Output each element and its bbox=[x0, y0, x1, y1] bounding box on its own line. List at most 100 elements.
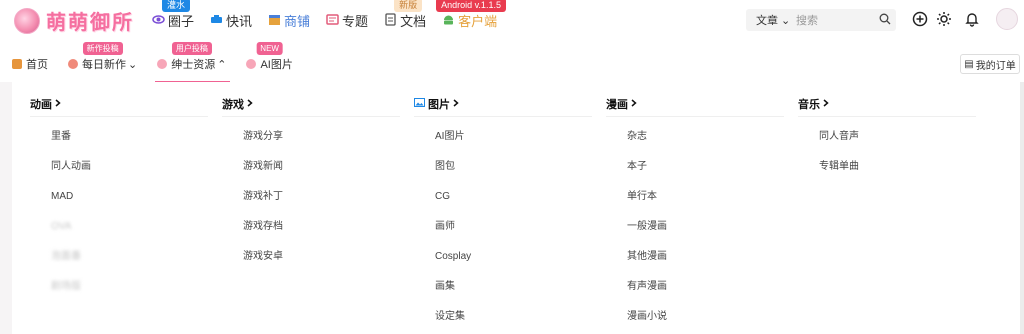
search-input[interactable]: 搜索 bbox=[790, 12, 874, 28]
sakura-icon bbox=[68, 59, 78, 69]
top-nav-item-1[interactable]: 快讯 bbox=[210, 10, 252, 30]
sub-nav-label: 绅士资源 bbox=[171, 59, 216, 71]
menu-column-heading[interactable]: 动画 bbox=[30, 96, 208, 112]
menu-item-list: 里番 同人动画 MAD OVA 泡面番 剧场版 bbox=[30, 129, 208, 309]
theme-sun-icon[interactable] bbox=[934, 9, 954, 29]
logo-avatar bbox=[14, 7, 40, 34]
menu-item[interactable]: 画集 bbox=[414, 279, 592, 309]
top-nav-item-2[interactable]: 商铺 bbox=[268, 10, 310, 30]
top-nav-label: 文档 bbox=[400, 13, 427, 29]
my-orders-button[interactable]: ▤ 我的订单 bbox=[960, 54, 1020, 74]
top-nav-badge: 新版 bbox=[394, 0, 423, 12]
menu-heading-label: 音乐 bbox=[798, 99, 820, 111]
top-nav-item-3[interactable]: 专题 bbox=[326, 10, 368, 30]
menu-item[interactable]: 剧场版 bbox=[30, 279, 208, 309]
menu-item[interactable]: MAD bbox=[30, 189, 208, 219]
sakura-icon bbox=[157, 59, 168, 69]
menu-item[interactable]: 专辑单曲 bbox=[798, 159, 976, 189]
sub-nav-label: AI图片 bbox=[260, 59, 293, 71]
top-nav-label: 商铺 bbox=[284, 13, 311, 29]
menu-heading-label: 动画 bbox=[30, 99, 52, 111]
top-nav-item-4[interactable]: 文档 新版 bbox=[384, 0, 427, 30]
bell-icon[interactable] bbox=[962, 9, 982, 29]
menu-item[interactable]: 设定集 bbox=[414, 309, 592, 334]
top-nav-label: 圈子 bbox=[168, 13, 195, 29]
chevron-icon: ⌄ bbox=[128, 58, 138, 71]
site-logo[interactable]: 萌萌御所 bbox=[14, 6, 134, 35]
menu-divider bbox=[798, 116, 976, 117]
menu-column-4: 音乐同人音声 专辑单曲 bbox=[798, 96, 976, 189]
search-bar[interactable]: 文章 ⌄ 搜索 bbox=[746, 9, 896, 31]
menu-item[interactable]: Cosplay bbox=[414, 249, 592, 279]
menu-column-3: 漫画杂志 本子 单行本 一般漫画 其他漫画 有声漫画 漫画小说 bbox=[606, 96, 784, 334]
top-nav-label: 快讯 bbox=[226, 13, 253, 29]
menu-heading-label: 图片 bbox=[428, 99, 450, 111]
sub-nav-item-1[interactable]: 每日新作 ⌄ 新作投稿 bbox=[68, 42, 138, 73]
menu-item[interactable]: 游戏安卓 bbox=[222, 249, 400, 279]
top-nav-item-0[interactable]: 圈子 灌水 bbox=[152, 0, 195, 30]
menu-column-heading[interactable]: 漫画 bbox=[606, 96, 784, 112]
menu-item[interactable]: 游戏新闻 bbox=[222, 159, 400, 189]
site-header: 萌萌御所 圈子 灌水 快讯 商铺 专题 文档 新版 客户端 Android v.1.1.5 文章… bbox=[0, 0, 1024, 83]
menu-divider bbox=[30, 116, 208, 117]
menu-item[interactable]: 一般漫画 bbox=[606, 219, 784, 249]
menu-item[interactable]: 本子 bbox=[606, 159, 784, 189]
image-icon bbox=[414, 98, 425, 110]
top-nav-label: 专题 bbox=[342, 13, 369, 29]
menu-heading-label: 漫画 bbox=[606, 99, 628, 111]
menu-item-list: 游戏分享 游戏新闻 游戏补丁 游戏存档 游戏安卓 bbox=[222, 129, 400, 279]
chevron-right-icon bbox=[453, 98, 459, 110]
menu-column-2: 图片 AI图片 图包 CG 画师 Cosplay 画集 设定集 bbox=[414, 96, 592, 334]
menu-item[interactable]: 单行本 bbox=[606, 189, 784, 219]
menu-item[interactable]: 图包 bbox=[414, 159, 592, 189]
shop-icon bbox=[268, 13, 281, 28]
sub-nav: 首页 每日新作 ⌄ 新作投稿 绅士资源 ⌃ 用户投稿 AI图片 NEW bbox=[12, 42, 313, 83]
menu-divider bbox=[222, 116, 400, 117]
search-scope-select[interactable]: 文章 ⌄ bbox=[746, 12, 790, 28]
menu-item[interactable]: 里番 bbox=[30, 129, 208, 159]
doc-icon bbox=[384, 12, 397, 28]
top-nav-label: 客户端 bbox=[458, 13, 498, 29]
mega-menu-panel: 动画里番 同人动画 MAD OVA 泡面番 剧场版 游戏游戏分享 游戏新闻 游戏补丁 游戏存档 游戏… bbox=[12, 82, 1020, 334]
my-orders-label: 我的订单 bbox=[975, 60, 1016, 72]
site-name: 萌萌御所 bbox=[46, 10, 134, 34]
menu-item[interactable]: 杂志 bbox=[606, 129, 784, 159]
menu-item[interactable]: CG bbox=[414, 189, 592, 219]
sub-nav-item-3[interactable]: AI图片 NEW bbox=[246, 42, 293, 73]
search-icon[interactable] bbox=[874, 13, 896, 28]
top-nav: 圈子 灌水 快讯 商铺 专题 文档 新版 客户端 Android v.1.1.5 bbox=[152, 0, 513, 30]
menu-column-heading[interactable]: 图片 bbox=[414, 96, 592, 112]
chevron-right-icon bbox=[55, 98, 61, 110]
menu-divider bbox=[606, 116, 784, 117]
top-nav-item-5[interactable]: 客户端 Android v.1.1.5 bbox=[436, 0, 506, 30]
menu-item[interactable]: 有声漫画 bbox=[606, 279, 784, 309]
menu-item[interactable]: 游戏存档 bbox=[222, 219, 400, 249]
topic-icon bbox=[326, 13, 339, 28]
menu-item[interactable]: AI图片 bbox=[414, 129, 592, 159]
android-icon bbox=[442, 13, 455, 28]
menu-item[interactable]: 其他漫画 bbox=[606, 249, 784, 279]
sub-nav-item-0[interactable]: 首页 bbox=[12, 55, 48, 73]
sub-nav-item-2[interactable]: 绅士资源 ⌃ 用户投稿 bbox=[155, 42, 231, 83]
menu-item[interactable]: 游戏分享 bbox=[222, 129, 400, 159]
chevron-right-icon bbox=[631, 98, 637, 110]
menu-item[interactable]: 漫画小说 bbox=[606, 309, 784, 334]
menu-column-0: 动画里番 同人动画 MAD OVA 泡面番 剧场版 bbox=[30, 96, 208, 309]
menu-heading-label: 游戏 bbox=[222, 99, 244, 111]
order-list-icon: ▤ bbox=[964, 58, 974, 70]
sub-nav-badge: 用户投稿 bbox=[171, 42, 212, 55]
menu-item[interactable]: 同人音声 bbox=[798, 129, 976, 159]
menu-divider bbox=[414, 116, 592, 117]
add-icon[interactable] bbox=[910, 9, 930, 29]
user-avatar[interactable] bbox=[996, 8, 1018, 30]
menu-item[interactable]: 泡面番 bbox=[30, 249, 208, 279]
chevron-right-icon bbox=[823, 98, 829, 110]
chevron-right-icon bbox=[247, 98, 253, 110]
sub-nav-badge: NEW bbox=[256, 42, 283, 55]
menu-item[interactable]: 画师 bbox=[414, 219, 592, 249]
menu-column-heading[interactable]: 音乐 bbox=[798, 96, 976, 112]
menu-column-heading[interactable]: 游戏 bbox=[222, 96, 400, 112]
menu-item[interactable]: 游戏补丁 bbox=[222, 189, 400, 219]
menu-item[interactable]: 同人动画 bbox=[30, 159, 208, 189]
menu-item[interactable]: OVA bbox=[30, 219, 208, 249]
